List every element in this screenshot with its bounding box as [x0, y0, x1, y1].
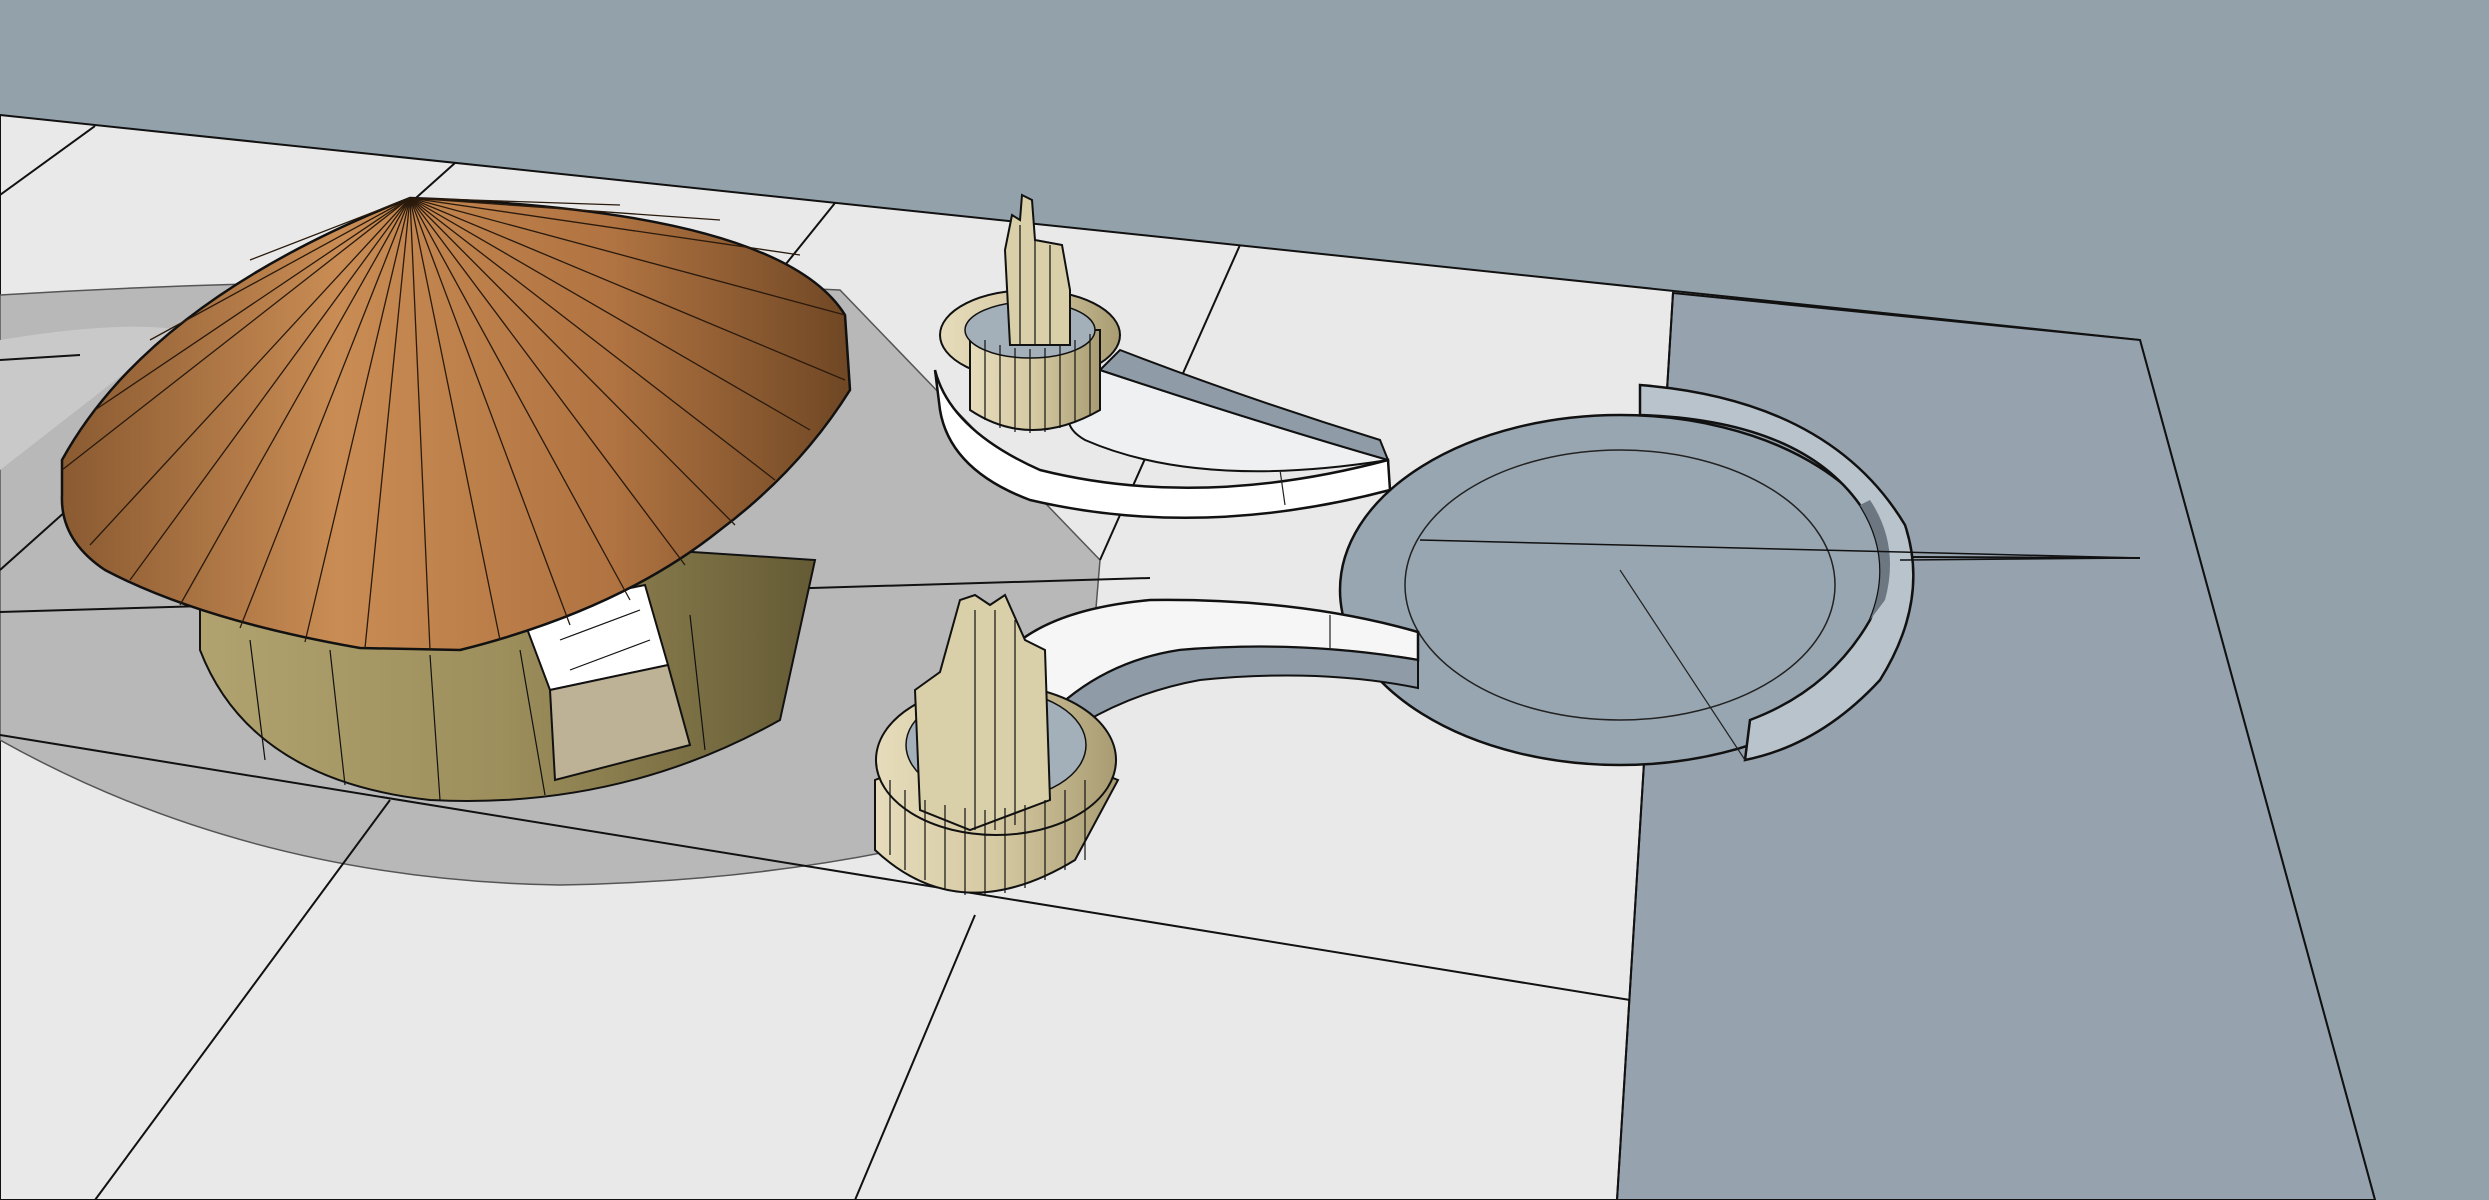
modeling-viewport[interactable]	[0, 0, 2489, 1200]
scene-canvas[interactable]	[0, 0, 2489, 1200]
